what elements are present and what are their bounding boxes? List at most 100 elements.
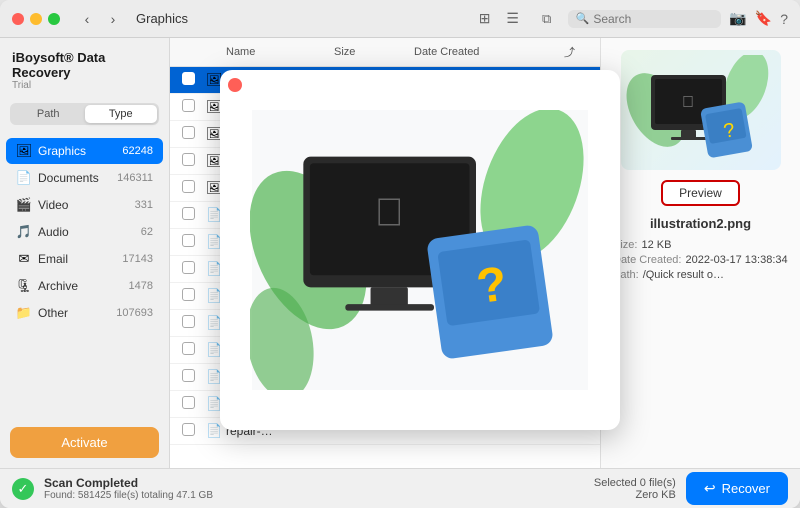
date-label: Date Created: (613, 254, 681, 266)
other-label: Other (38, 306, 116, 320)
archive-label: Archive (38, 279, 129, 293)
video-count: 331 (135, 199, 153, 211)
app-trial: Trial (12, 80, 157, 91)
file-checkbox[interactable] (182, 369, 206, 385)
sidebar: iBoysoft® Data Recovery Trial Path Type … (0, 38, 170, 468)
sidebar-item-video[interactable]: 🎬 Video 331 (6, 192, 163, 218)
file-checkbox[interactable] (182, 288, 206, 304)
forward-button[interactable]: › (102, 8, 124, 30)
size-value: 12 KB (641, 239, 671, 251)
recover-icon: ↩ (704, 480, 716, 497)
file-checkbox[interactable] (182, 207, 206, 223)
close-button[interactable] (12, 13, 24, 25)
documents-label: Documents (38, 171, 117, 185)
preview-panel:  ? Preview illustration2.png Size: 12 K… (600, 38, 800, 468)
grid-view-button[interactable]: ⊞ (472, 8, 498, 30)
sidebar-item-other[interactable]: 📁 Other 107693 (6, 300, 163, 326)
nav-buttons: ‹ › (76, 8, 124, 30)
sidebar-item-graphics[interactable]: 🖼 Graphics 62248 (6, 138, 163, 164)
graphics-count: 62248 (122, 145, 153, 157)
window-title: Graphics (136, 11, 188, 26)
graphics-icon: 🖼 (16, 143, 32, 159)
selection-info: Selected 0 file(s) Zero KB (594, 477, 676, 501)
file-checkbox[interactable] (182, 423, 206, 439)
app-window: ‹ › Graphics ⊞ ☰ ⧉ 🔍 📷 🔖 ? iBoys (0, 0, 800, 508)
audio-count: 62 (141, 226, 153, 238)
header-export: ⤴ (564, 44, 588, 60)
email-label: Email (38, 252, 122, 266)
preview-filename: illustration2.png (650, 216, 751, 231)
header-size: Size (334, 46, 414, 58)
file-checkbox[interactable] (182, 234, 206, 250)
preview-thumbnail:  ? (621, 50, 781, 170)
header-name: Name (226, 46, 334, 58)
maximize-button[interactable] (48, 13, 60, 25)
scan-info: Scan Completed Found: 581425 file(s) tot… (44, 476, 213, 501)
file-checkbox[interactable] (182, 126, 206, 142)
filter-button[interactable]: ⧉ (534, 8, 560, 30)
selected-files: Selected 0 file(s) (594, 477, 676, 489)
preview-size-row: Size: 12 KB (613, 239, 788, 251)
date-value: 2022-03-17 13:38:34 (685, 254, 787, 266)
activate-button[interactable]: Activate (10, 427, 159, 458)
file-checkbox[interactable] (182, 99, 206, 115)
search-input[interactable] (593, 12, 713, 26)
back-button[interactable]: ‹ (76, 8, 98, 30)
graphics-label: Graphics (38, 144, 122, 158)
titlebar-icons: 📷 🔖 ? (729, 10, 788, 27)
scan-detail: Found: 581425 file(s) totaling 47.1 GB (44, 490, 213, 501)
sidebar-header: iBoysoft® Data Recovery Trial (0, 38, 169, 95)
sidebar-item-archive[interactable]: 🗜 Archive 1478 (6, 273, 163, 299)
file-checkbox[interactable] (182, 153, 206, 169)
help-icon-button[interactable]: ? (780, 10, 788, 27)
file-checkbox[interactable] (182, 342, 206, 358)
email-count: 17143 (122, 253, 153, 265)
documents-icon: 📄 (16, 170, 32, 186)
scan-title: Scan Completed (44, 476, 213, 490)
recover-label: Recover (722, 481, 770, 496)
file-checkbox[interactable] (182, 72, 206, 88)
scan-complete-icon: ✓ (12, 478, 34, 500)
bookmark-icon-button[interactable]: 🔖 (755, 10, 772, 27)
documents-count: 146311 (117, 172, 153, 184)
archive-count: 1478 (129, 280, 153, 292)
header-date: Date Created (414, 46, 564, 58)
other-count: 107693 (116, 307, 153, 319)
email-icon: ✉ (16, 251, 32, 267)
titlebar: ‹ › Graphics ⊞ ☰ ⧉ 🔍 📷 🔖 ? (0, 0, 800, 38)
preview-image:  ? (626, 55, 776, 165)
overlay-svg:  ? (250, 110, 590, 390)
view-toggle: ⊞ ☰ (472, 8, 526, 30)
sidebar-item-audio[interactable]: 🎵 Audio 62 (6, 219, 163, 245)
preview-button[interactable]: Preview (661, 180, 740, 206)
titlebar-right: ⊞ ☰ ⧉ 🔍 📷 🔖 ? (472, 8, 788, 30)
svg-text::  (682, 94, 694, 111)
minimize-button[interactable] (30, 13, 42, 25)
large-preview-overlay:  ? (220, 70, 620, 430)
camera-icon-button[interactable]: 📷 (729, 10, 746, 27)
preview-date-row: Date Created: 2022-03-17 13:38:34 (613, 254, 788, 266)
sidebar-tabs: Path Type (10, 103, 159, 125)
app-name: iBoysoft® Data Recovery (12, 50, 157, 80)
tab-path[interactable]: Path (12, 105, 85, 123)
svg-text::  (375, 192, 404, 235)
sidebar-item-documents[interactable]: 📄 Documents 146311 (6, 165, 163, 191)
tab-type[interactable]: Type (85, 105, 158, 123)
file-checkbox[interactable] (182, 261, 206, 277)
overlay-close-button[interactable] (228, 78, 242, 92)
file-checkbox[interactable] (182, 396, 206, 412)
search-box: 🔍 (568, 10, 722, 28)
preview-path-row: Path: /Quick result o… (613, 269, 788, 281)
list-view-button[interactable]: ☰ (500, 8, 526, 30)
sidebar-item-email[interactable]: ✉ Email 17143 (6, 246, 163, 272)
search-icon: 🔍 (576, 12, 590, 25)
recover-button[interactable]: ↩ Recover (686, 472, 788, 505)
file-checkbox[interactable] (182, 315, 206, 331)
other-icon: 📁 (16, 305, 32, 321)
selected-size: Zero KB (594, 489, 676, 501)
file-checkbox[interactable] (182, 180, 206, 196)
audio-icon: 🎵 (16, 224, 32, 240)
overlay-image:  ? (240, 100, 600, 400)
video-label: Video (38, 198, 135, 212)
path-value: /Quick result o… (643, 269, 724, 281)
